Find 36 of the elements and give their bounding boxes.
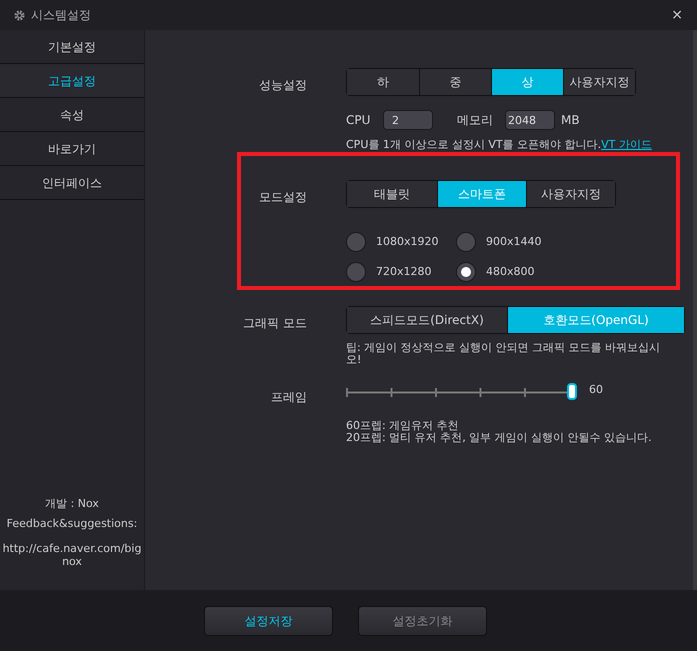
resolution-label: 480x800 (486, 264, 535, 280)
radio-button[interactable] (346, 232, 366, 252)
frame-value: 60 (589, 382, 603, 398)
setting-label: 성능설정 (259, 78, 307, 92)
radio-button[interactable] (456, 262, 476, 282)
segment-tab[interactable]: 사용자지정 (526, 181, 615, 207)
footer-button[interactable]: 설정저장 (204, 606, 333, 636)
feedback-text: Feedback&suggestions: (6, 517, 138, 530)
settings-icon (14, 10, 25, 20)
memory-field[interactable]: 2048 (505, 110, 555, 130)
radio-button[interactable] (346, 262, 366, 282)
cpu-field[interactable]: 2 (383, 110, 433, 130)
cpu-label: CPU (346, 112, 372, 129)
close-button[interactable]: × (671, 4, 683, 26)
setting-label: 그래픽 모드 (243, 316, 307, 330)
sidebar-item[interactable]: 고급설정 (0, 64, 144, 98)
memory-unit: MB (561, 112, 580, 129)
segment-tab[interactable]: 사용자지정 (563, 69, 635, 95)
resolution-label: 1080x1920 (376, 234, 438, 250)
vt-guide-link[interactable]: VT 가이드 (601, 138, 652, 151)
radio-button[interactable] (456, 232, 476, 252)
setting-label: 모드설정 (259, 190, 307, 204)
resolution-label: 720x1280 (376, 264, 432, 280)
cafe-url-text: http://cafe.naver.com/bignox (2, 542, 142, 568)
vt-hint-text: CPU를 1개 이상으로 설정시 VT를 오픈해야 합니다.VT 가이드 (346, 138, 653, 151)
setting-label: 프레임 (271, 390, 307, 404)
slider-thumb[interactable] (567, 383, 577, 400)
graphics-tip-text: 팁: 게임이 정상적으로 실행이 안되면 그래픽 모드를 바꿔보십시오! (346, 342, 662, 366)
resolution-label: 900x1440 (486, 234, 542, 250)
developer-text: 개발 : Nox (45, 497, 99, 510)
frame-note-text: 20프렙: 멀티 유저 추천, 일부 게임이 실행이 안될수 있습니다. (346, 432, 653, 444)
window-title: 시스템설정 (31, 7, 91, 24)
footer-button[interactable]: 설정초기화 (358, 606, 487, 636)
frame-slider[interactable] (346, 383, 577, 401)
memory-label: 메모리 (457, 112, 494, 129)
frame-note-text: 60프렙: 게임유저 추천 (346, 420, 460, 432)
